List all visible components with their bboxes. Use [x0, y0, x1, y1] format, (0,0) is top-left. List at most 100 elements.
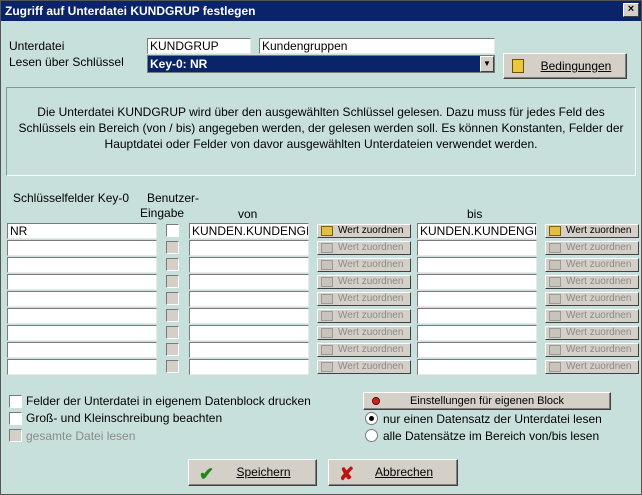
- key-select[interactable]: Key-0: NR ▼: [147, 55, 495, 73]
- record-icon: [372, 397, 380, 405]
- col-bis-header: bis: [467, 207, 483, 221]
- user-input-checkbox[interactable]: [166, 241, 179, 254]
- assign-von-label: Wert zuordnen: [338, 361, 404, 372]
- assign-von-button[interactable]: Wert zuordnen: [317, 258, 411, 272]
- assign-von-label: Wert zuordnen: [338, 327, 404, 338]
- assign-von-button[interactable]: Wert zuordnen: [317, 275, 411, 289]
- radio-all-records[interactable]: [365, 429, 378, 442]
- unterdatei-label: Unterdatei: [9, 39, 65, 53]
- close-icon: ×: [627, 3, 635, 15]
- von-field[interactable]: [189, 342, 309, 358]
- assign-bis-button[interactable]: Wert zuordnen: [545, 275, 639, 289]
- cancel-button[interactable]: ✘ Abbrechen: [328, 459, 458, 486]
- assign-bis-label: Wert zuordnen: [566, 361, 632, 372]
- user-input-checkbox[interactable]: [166, 309, 179, 322]
- assign-von-button[interactable]: Wert zuordnen: [317, 241, 411, 255]
- assign-bis-button[interactable]: Wert zuordnen: [545, 360, 639, 374]
- assign-bis-button[interactable]: Wert zuordnen: [545, 326, 639, 340]
- assign-bis-label: Wert zuordnen: [566, 225, 632, 236]
- assign-icon: [321, 345, 333, 355]
- bis-field[interactable]: [417, 359, 537, 375]
- bis-field[interactable]: [417, 342, 537, 358]
- user-input-checkbox[interactable]: [166, 258, 179, 271]
- user-input-checkbox[interactable]: [166, 292, 179, 305]
- chevron-down-icon[interactable]: ▼: [480, 56, 494, 72]
- assign-von-button[interactable]: Wert zuordnen: [317, 360, 411, 374]
- conditions-button[interactable]: Bedingungen: [503, 53, 627, 79]
- bis-field[interactable]: [417, 240, 537, 256]
- user-input-checkbox[interactable]: [166, 343, 179, 356]
- von-field[interactable]: [189, 274, 309, 290]
- key-field[interactable]: NR: [7, 223, 157, 239]
- bis-field[interactable]: [417, 308, 537, 324]
- assign-von-label: Wert zuordnen: [338, 293, 404, 304]
- von-field[interactable]: [189, 325, 309, 341]
- assign-icon: [321, 328, 333, 338]
- von-field[interactable]: KUNDEN.KUNDENGI: [189, 223, 309, 239]
- von-field[interactable]: [189, 240, 309, 256]
- assign-von-label: Wert zuordnen: [338, 242, 404, 253]
- case-checkbox[interactable]: [9, 412, 22, 425]
- dialog-window: Zugriff auf Unterdatei KUNDGRUP festlege…: [0, 0, 642, 495]
- assign-icon: [549, 345, 561, 355]
- von-field[interactable]: [189, 257, 309, 273]
- assign-bis-button[interactable]: Wert zuordnen: [545, 343, 639, 357]
- assign-icon: [549, 311, 561, 321]
- assign-bis-button[interactable]: Wert zuordnen: [545, 224, 639, 238]
- conditions-button-label: Bedingungen: [540, 59, 612, 73]
- assign-icon: [549, 362, 561, 372]
- key-field[interactable]: [7, 308, 157, 324]
- col-user-input-header-1: Benutzer-: [147, 191, 200, 205]
- user-input-checkbox[interactable]: [166, 275, 179, 288]
- radio-one-record[interactable]: [365, 412, 378, 425]
- bis-field[interactable]: KUNDEN.KUNDENGI: [417, 223, 537, 239]
- user-input-checkbox[interactable]: [166, 360, 179, 373]
- assign-bis-label: Wert zuordnen: [566, 259, 632, 270]
- assign-icon: [549, 243, 561, 253]
- user-input-checkbox[interactable]: [166, 224, 179, 237]
- key-field[interactable]: [7, 325, 157, 341]
- save-button-label: Speichern: [236, 465, 291, 479]
- key-field[interactable]: [7, 342, 157, 358]
- assign-bis-button[interactable]: Wert zuordnen: [545, 241, 639, 255]
- close-button[interactable]: ×: [623, 3, 639, 17]
- von-field[interactable]: [189, 291, 309, 307]
- key-field[interactable]: [7, 291, 157, 307]
- checkmark-icon: ✔: [199, 464, 215, 484]
- assign-von-button[interactable]: Wert zuordnen: [317, 292, 411, 306]
- bis-field[interactable]: [417, 325, 537, 341]
- save-button[interactable]: ✔ Speichern: [188, 459, 317, 486]
- von-field[interactable]: [189, 308, 309, 324]
- key-select-value: Key-0: NR: [150, 57, 208, 71]
- user-input-checkbox[interactable]: [166, 326, 179, 339]
- assign-icon: [549, 294, 561, 304]
- assign-icon: [321, 260, 333, 270]
- read-all-label: gesamte Datei lesen: [26, 429, 136, 443]
- cancel-button-label: Abbrechen: [374, 465, 434, 479]
- assign-von-button[interactable]: Wert zuordnen: [317, 224, 411, 238]
- key-field[interactable]: [7, 274, 157, 290]
- assign-bis-button[interactable]: Wert zuordnen: [545, 292, 639, 306]
- assign-von-button[interactable]: Wert zuordnen: [317, 326, 411, 340]
- assign-bis-button[interactable]: Wert zuordnen: [545, 258, 639, 272]
- assign-icon: [321, 311, 333, 321]
- assign-bis-label: Wert zuordnen: [566, 327, 632, 338]
- key-field[interactable]: [7, 359, 157, 375]
- block-settings-button[interactable]: Einstellungen für eigenen Block: [363, 392, 611, 410]
- assign-von-button[interactable]: Wert zuordnen: [317, 309, 411, 323]
- bis-field[interactable]: [417, 274, 537, 290]
- key-field[interactable]: [7, 257, 157, 273]
- unterdatei-desc-field[interactable]: Kundengruppen: [259, 38, 495, 54]
- bis-field[interactable]: [417, 291, 537, 307]
- print-block-checkbox[interactable]: [9, 395, 22, 408]
- key-field[interactable]: [7, 240, 157, 256]
- case-label: Groß- und Kleinschreibung beachten: [26, 411, 223, 425]
- read-all-checkbox[interactable]: [9, 429, 22, 442]
- assign-bis-button[interactable]: Wert zuordnen: [545, 309, 639, 323]
- von-field[interactable]: [189, 359, 309, 375]
- title-bar: Zugriff auf Unterdatei KUNDGRUP festlege…: [1, 1, 641, 21]
- bis-field[interactable]: [417, 257, 537, 273]
- assign-von-button[interactable]: Wert zuordnen: [317, 343, 411, 357]
- assign-icon: [549, 328, 561, 338]
- unterdatei-field[interactable]: KUNDGRUP: [147, 38, 251, 54]
